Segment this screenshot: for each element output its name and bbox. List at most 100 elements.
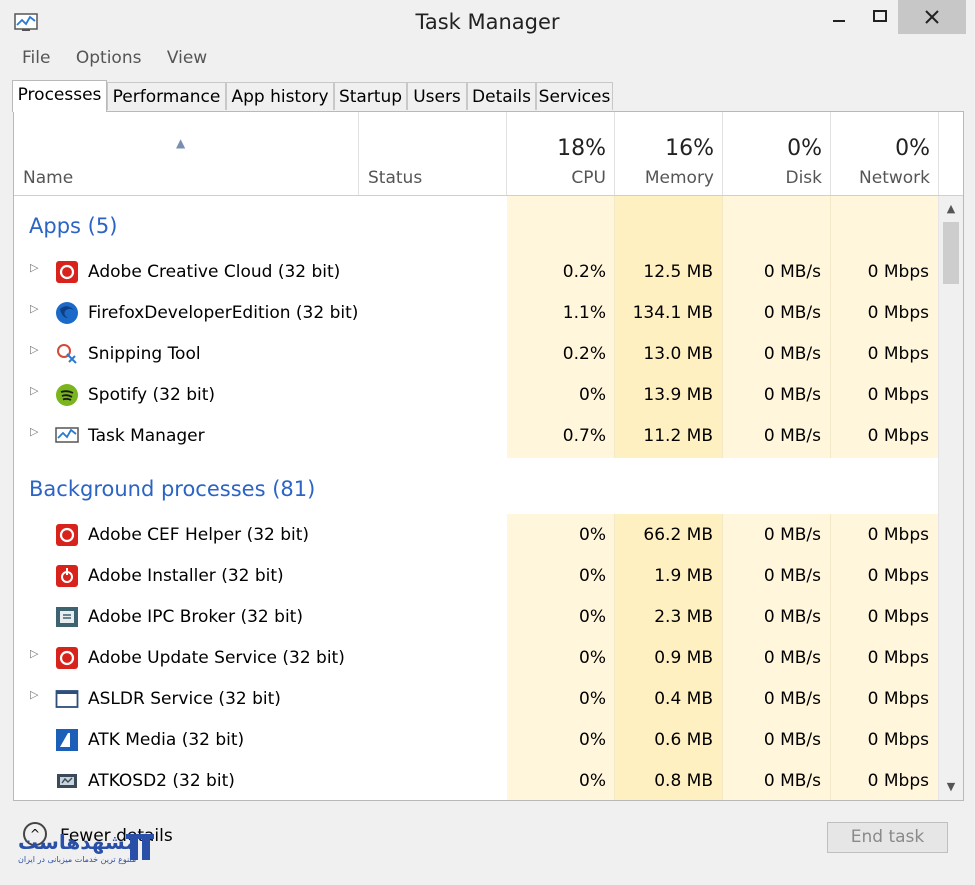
column-header-disk[interactable]: 0% Disk: [723, 112, 831, 196]
atk-media-icon: [56, 729, 78, 751]
process-name: Adobe CEF Helper (32 bit): [88, 525, 310, 545]
disk-value: 0 MB/s: [763, 525, 821, 545]
watermark-logo: مشهدهاست متنوع ترین خدمات میزبانی در ایر…: [18, 830, 158, 870]
memory-value: 12.5 MB: [643, 262, 713, 282]
scroll-up-arrow-icon[interactable]: ▲: [939, 198, 963, 220]
expand-arrow-icon[interactable]: ▷: [30, 425, 38, 438]
memory-value: 1.9 MB: [654, 566, 713, 586]
table-row[interactable]: ▷ FirefoxDeveloperEdition (32 bit) 1.1% …: [14, 293, 938, 334]
adobe-cef-icon: [56, 524, 78, 546]
expand-arrow-icon[interactable]: ▷: [30, 343, 38, 356]
cpu-total-percent: 18%: [557, 136, 606, 161]
memory-value: 11.2 MB: [643, 426, 713, 446]
group-header-background-processes[interactable]: Background processes (81): [29, 477, 315, 501]
memory-value: 13.9 MB: [643, 385, 713, 405]
table-row[interactable]: ATK Media (32 bit) 0% 0.6 MB 0 MB/s 0 Mb…: [14, 720, 938, 761]
tab-details[interactable]: Details: [467, 82, 536, 110]
table-row[interactable]: ▷ ASLDR Service (32 bit) 0% 0.4 MB 0 MB/…: [14, 679, 938, 720]
network-total-percent: 0%: [895, 136, 930, 161]
menu-options[interactable]: Options: [76, 48, 142, 68]
table-row[interactable]: ATKOSD2 (32 bit) 0% 0.8 MB 0 MB/s 0 Mbps: [14, 761, 938, 800]
menu-file[interactable]: File: [22, 48, 50, 68]
process-list-panel: ▲ Name Status 18% CPU 16% Memory 0% Disk…: [13, 111, 964, 801]
expand-arrow-icon[interactable]: ▷: [30, 647, 38, 660]
disk-value: 0 MB/s: [763, 344, 821, 364]
tab-startup[interactable]: Startup: [334, 82, 407, 110]
network-value: 0 Mbps: [867, 262, 929, 282]
table-row[interactable]: Adobe IPC Broker (32 bit) 0% 2.3 MB 0 MB…: [14, 597, 938, 638]
expand-arrow-icon[interactable]: ▷: [30, 384, 38, 397]
expand-arrow-icon[interactable]: ▷: [30, 688, 38, 701]
network-value: 0 Mbps: [867, 730, 929, 750]
disk-value: 0 MB/s: [763, 385, 821, 405]
column-header-name[interactable]: ▲ Name: [14, 112, 359, 196]
adobe-update-icon: [56, 647, 78, 669]
network-value: 0 Mbps: [867, 344, 929, 364]
expand-arrow-icon[interactable]: ▷: [30, 302, 38, 315]
title-bar: Task Manager: [0, 0, 975, 44]
cpu-value: 0.2%: [562, 262, 606, 282]
table-row[interactable]: ▷ Task Manager 0.7% 11.2 MB 0 MB/s 0 Mbp…: [14, 416, 938, 457]
maximize-button[interactable]: [858, 0, 902, 34]
network-value: 0 Mbps: [867, 525, 929, 545]
end-task-button[interactable]: End task: [827, 822, 948, 853]
table-row[interactable]: ▷ Adobe Creative Cloud (32 bit) 0.2% 12.…: [14, 252, 938, 293]
disk-value: 0 MB/s: [763, 566, 821, 586]
sort-ascending-icon: ▲: [176, 136, 186, 150]
tab-users[interactable]: Users: [407, 82, 467, 110]
column-header-memory[interactable]: 16% Memory: [615, 112, 723, 196]
expand-arrow-icon[interactable]: ▷: [30, 261, 38, 274]
table-row[interactable]: ▷ Snipping Tool 0.2% 13.0 MB 0 MB/s 0 Mb…: [14, 334, 938, 375]
disk-value: 0 MB/s: [763, 426, 821, 446]
tab-app-history[interactable]: App history: [226, 82, 334, 110]
disk-value: 0 MB/s: [763, 771, 821, 791]
scroll-down-arrow-icon[interactable]: ▼: [939, 776, 963, 798]
network-value: 0 Mbps: [867, 689, 929, 709]
process-name: Spotify (32 bit): [88, 385, 216, 405]
cpu-value: 0%: [579, 689, 606, 709]
table-row[interactable]: Adobe CEF Helper (32 bit) 0% 66.2 MB 0 M…: [14, 515, 938, 556]
column-header-status[interactable]: Status: [359, 112, 507, 196]
watermark-title: مشهدهاست: [18, 830, 138, 854]
process-name: FirefoxDeveloperEdition (32 bit): [88, 303, 359, 323]
cpu-value: 0.7%: [562, 426, 606, 446]
column-label-network: Network: [859, 168, 930, 188]
disk-value: 0 MB/s: [763, 648, 821, 668]
column-header-network[interactable]: 0% Network: [831, 112, 939, 196]
process-name: ASLDR Service (32 bit): [88, 689, 281, 709]
disk-value: 0 MB/s: [763, 303, 821, 323]
disk-value: 0 MB/s: [763, 689, 821, 709]
process-name: ATK Media (32 bit): [88, 730, 245, 750]
snipping-tool-icon: [57, 344, 77, 364]
process-name: Adobe IPC Broker (32 bit): [88, 607, 303, 627]
watermark-subtitle: متنوع ترین خدمات میزبانی در ایران: [18, 855, 137, 864]
cpu-value: 0%: [579, 771, 606, 791]
tab-services[interactable]: Services: [536, 82, 613, 110]
memory-value: 0.4 MB: [654, 689, 713, 709]
scrollbar-thumb[interactable]: [943, 222, 959, 284]
tab-processes[interactable]: Processes: [12, 80, 107, 112]
tab-performance[interactable]: Performance: [107, 82, 226, 110]
column-header-cpu[interactable]: 18% CPU: [507, 112, 615, 196]
spotify-icon: [56, 384, 78, 406]
adobe-installer-icon: [56, 565, 78, 587]
minimize-icon: [833, 20, 845, 22]
cpu-value: 0%: [579, 525, 606, 545]
table-row[interactable]: ▷ Adobe Update Service (32 bit) 0% 0.9 M…: [14, 638, 938, 679]
table-row[interactable]: Adobe Installer (32 bit) 0% 1.9 MB 0 MB/…: [14, 556, 938, 597]
memory-value: 0.8 MB: [654, 771, 713, 791]
network-value: 0 Mbps: [867, 385, 929, 405]
table-row[interactable]: ▷ Spotify (32 bit) 0% 13.9 MB 0 MB/s 0 M…: [14, 375, 938, 416]
network-value: 0 Mbps: [867, 566, 929, 586]
maximize-icon: [873, 10, 887, 22]
column-label-memory: Memory: [644, 168, 714, 188]
close-button[interactable]: [898, 0, 966, 34]
memory-total-percent: 16%: [665, 136, 714, 161]
cpu-value: 0%: [579, 607, 606, 627]
atkosd-icon: [57, 774, 77, 788]
group-header-apps[interactable]: Apps (5): [29, 214, 117, 238]
menu-view[interactable]: View: [167, 48, 207, 68]
minimize-button[interactable]: [818, 0, 862, 34]
memory-value: 2.3 MB: [654, 607, 713, 627]
vertical-scrollbar[interactable]: ▲ ▼: [938, 196, 963, 800]
